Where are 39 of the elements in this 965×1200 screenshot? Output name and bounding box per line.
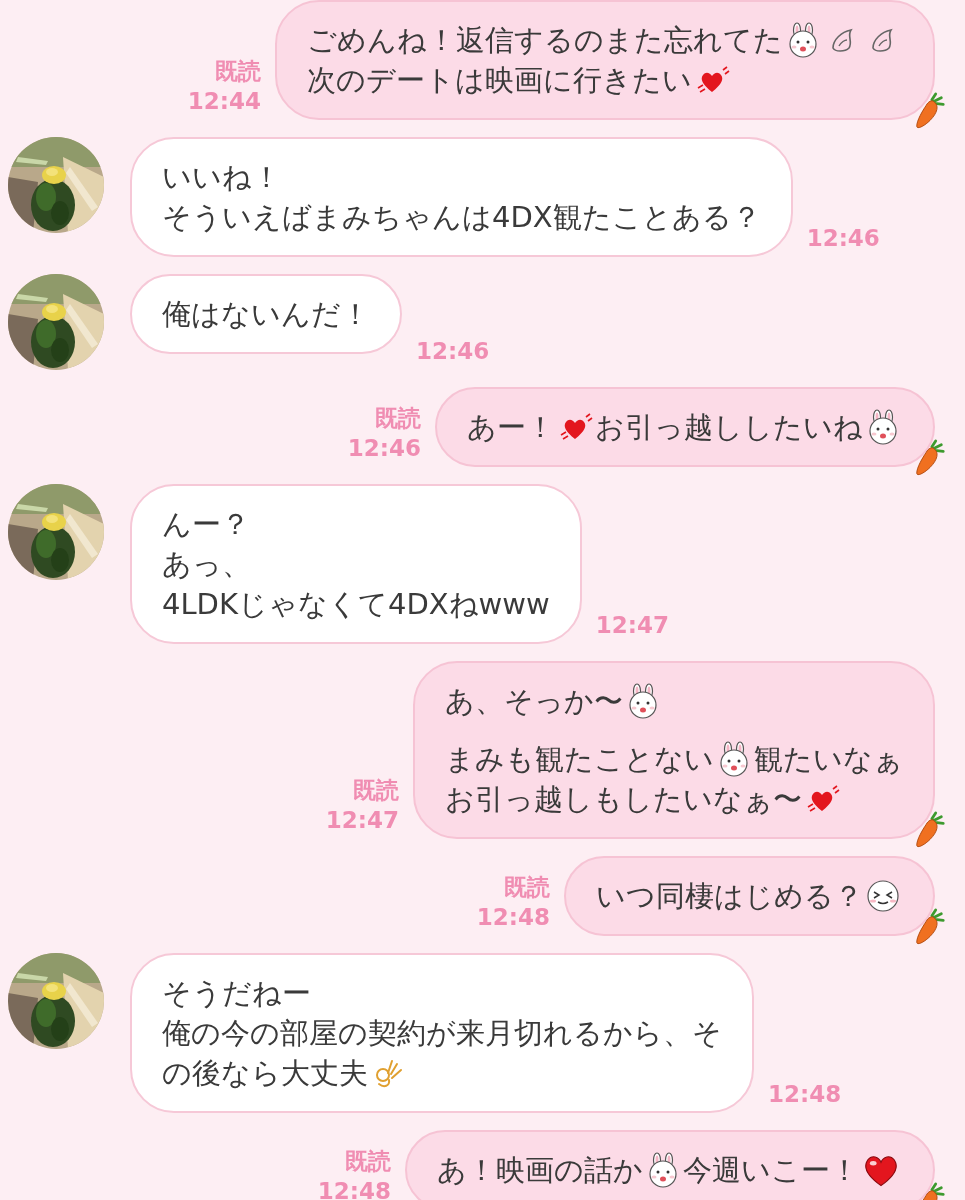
message-text: あ、そっか〜 xyxy=(445,683,623,720)
carrot-icon xyxy=(913,439,947,477)
message-text: ごめんね！返信するのまた忘れてた xyxy=(307,22,783,59)
read-receipt: 既読 xyxy=(215,57,261,86)
message-text: あ！映画の話か xyxy=(437,1152,643,1189)
timestamp: 12:46 xyxy=(347,434,421,463)
timestamp: 12:48 xyxy=(317,1177,391,1200)
timestamp: 12:47 xyxy=(595,611,669,640)
message-text: いつ同棲はじめる？ xyxy=(596,878,863,915)
read-receipt: 既読 xyxy=(345,1147,391,1176)
message-text: んー？ xyxy=(162,506,250,543)
read-receipt: 既読 xyxy=(504,873,550,902)
message-text: あー！ xyxy=(467,409,555,446)
message-text: 観たいなぁ xyxy=(754,741,903,778)
carrot-icon xyxy=(913,92,947,130)
message-text: お引っ越しもしたいなぁ〜 xyxy=(445,781,802,818)
message-text: 俺はないんだ！ xyxy=(162,296,370,333)
message-text: 俺の今の部屋の契約が来月切れるから、そ xyxy=(162,1015,722,1052)
carrot-icon xyxy=(913,908,947,946)
message-text: そうだねー xyxy=(162,975,311,1012)
message-text: 今週いこー！ xyxy=(683,1152,859,1189)
message-text: いいね！ xyxy=(162,159,281,196)
timestamp: 12:47 xyxy=(325,806,399,835)
timestamp: 12:44 xyxy=(187,87,261,116)
read-receipt: 既読 xyxy=(353,776,399,805)
message-text: まみも観たことない xyxy=(445,741,714,778)
message-text: お引っ越ししたいね xyxy=(595,409,863,446)
message-text: 4LDKじゃなくて4DXねwww xyxy=(162,586,550,623)
message-text: そういえばまみちゃんは4DX観たことある？ xyxy=(162,199,761,236)
message-text: の後なら大丈夫 xyxy=(162,1055,368,1092)
carrot-icon xyxy=(913,811,947,849)
timestamp: 12:46 xyxy=(806,224,880,253)
smiley-icon xyxy=(865,878,901,914)
timestamp: 12:48 xyxy=(476,903,550,932)
message-text: あっ、 xyxy=(162,546,251,583)
read-receipt: 既読 xyxy=(375,404,421,433)
timestamp: 12:46 xyxy=(416,337,490,366)
message-text: 次のデートは映画に行きたい xyxy=(307,62,692,99)
timestamp: 12:48 xyxy=(768,1080,842,1109)
